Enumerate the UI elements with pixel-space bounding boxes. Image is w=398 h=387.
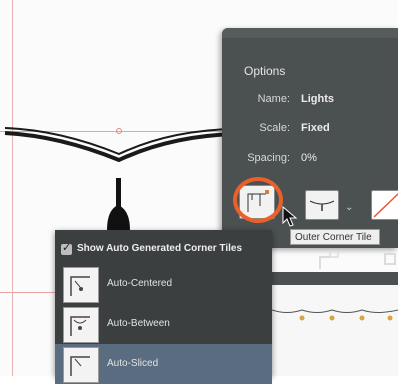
dropdown-item-label: Auto-Between (107, 318, 170, 329)
dropdown-item-label: Auto-Sliced (107, 358, 159, 369)
dropdown-item-auto-between[interactable]: Auto-Between (55, 304, 272, 344)
dropdown-item-auto-centered[interactable]: Auto-Centered (55, 264, 272, 304)
cursor-arrow-icon (282, 206, 298, 227)
corner-tile-dropdown: Show Auto Generated Corner Tiles Auto-Ce… (55, 230, 272, 384)
scale-label: Scale: (259, 122, 290, 134)
corner-flow-icon (319, 250, 339, 269)
highlight-ring (233, 177, 283, 223)
chevron-down-icon[interactable]: ⌄ (345, 202, 353, 213)
tile-flow-icon (384, 253, 396, 265)
dropdown-item-label: Auto-Centered (107, 278, 173, 289)
spacing-label: Spacing: (247, 152, 290, 164)
auto-between-thumbnail (63, 307, 99, 343)
side-tile-icon (309, 200, 335, 211)
none-tile-icon (373, 192, 398, 218)
panel-title-bar (222, 28, 398, 38)
options-heading: Options (244, 64, 286, 78)
show-auto-generated-label[interactable]: Show Auto Generated Corner Tiles (77, 243, 242, 254)
side-tile-button[interactable] (305, 190, 339, 220)
brush-preview (271, 285, 398, 376)
name-label: Name: (257, 93, 290, 105)
spacing-value[interactable]: 0% (301, 152, 317, 164)
none-tile-button[interactable] (371, 190, 398, 220)
dropdown-header: Show Auto Generated Corner Tiles (55, 230, 272, 264)
string-lights-preview (271, 309, 398, 321)
checkbox-icon[interactable] (61, 241, 72, 255)
dropdown-item-auto-sliced[interactable]: Auto-Sliced (55, 344, 272, 384)
tooltip: Outer Corner Tile (290, 229, 380, 245)
auto-sliced-thumbnail (63, 347, 99, 383)
scale-value[interactable]: Fixed (301, 122, 330, 134)
auto-centered-thumbnail (63, 267, 99, 303)
name-value[interactable]: Lights (301, 93, 334, 105)
